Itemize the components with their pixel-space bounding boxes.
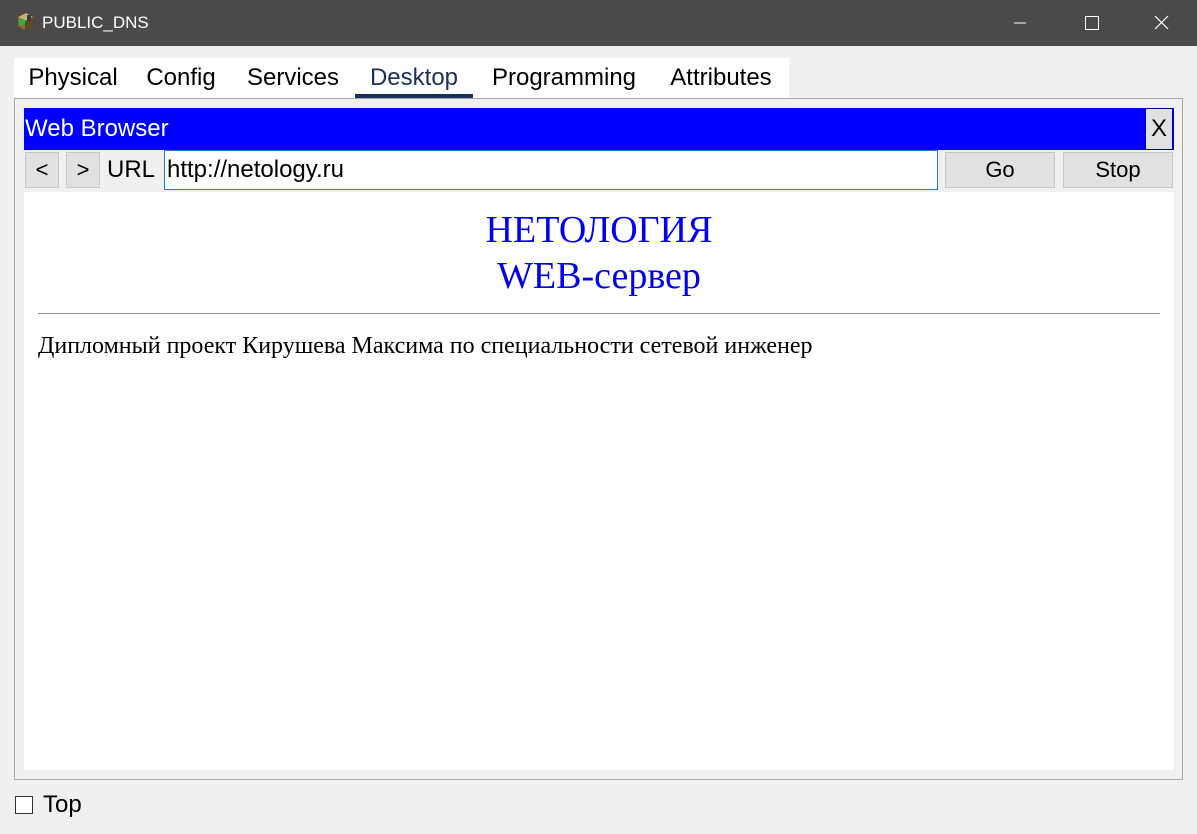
- browser-viewport: НЕТОЛОГИЯ WEB-сервер Дипломный проект Ки…: [24, 192, 1174, 770]
- browser-nav-bar: < > URL Go Stop: [24, 150, 1174, 192]
- maximize-icon: [1085, 16, 1099, 30]
- window-title: PUBLIC_DNS: [42, 13, 149, 32]
- page-body-text: Дипломный проект Кирушева Максима по спе…: [38, 333, 813, 359]
- page-heading-subtitle: WEB-сервер: [497, 255, 701, 297]
- minimize-icon: [1014, 22, 1026, 24]
- window-titlebar[interactable]: PUBLIC_DNS: [0, 0, 1197, 46]
- close-window-button[interactable]: [1126, 0, 1196, 46]
- device-tabs: Physical Config Services Desktop Program…: [14, 58, 789, 98]
- browser-close-button[interactable]: X: [1145, 108, 1173, 150]
- tab-programming[interactable]: Programming: [483, 58, 645, 98]
- top-checkbox[interactable]: [15, 796, 33, 814]
- tab-physical[interactable]: Physical: [14, 58, 132, 98]
- horizontal-rule: [38, 313, 1160, 314]
- page-heading-title: НЕТОЛОГИЯ: [485, 209, 713, 251]
- tab-attributes[interactable]: Attributes: [661, 58, 781, 98]
- tab-services[interactable]: Services: [239, 58, 347, 98]
- top-checkbox-label[interactable]: Top: [43, 792, 82, 818]
- go-button[interactable]: Go: [945, 152, 1055, 188]
- web-browser-title: Web Browser: [25, 115, 169, 142]
- url-input[interactable]: [164, 150, 938, 190]
- url-label: URL: [107, 156, 156, 183]
- maximize-button[interactable]: [1056, 0, 1126, 46]
- packet-tracer-server-icon: [18, 13, 33, 30]
- tab-config[interactable]: Config: [136, 58, 226, 98]
- minimize-button[interactable]: [986, 0, 1056, 46]
- stop-button[interactable]: Stop: [1063, 152, 1173, 188]
- tab-desktop[interactable]: Desktop: [355, 58, 473, 98]
- forward-button[interactable]: >: [66, 152, 100, 188]
- close-icon: [1154, 15, 1169, 30]
- web-browser-titlebar: Web Browser X: [24, 108, 1174, 150]
- back-button[interactable]: <: [25, 152, 59, 188]
